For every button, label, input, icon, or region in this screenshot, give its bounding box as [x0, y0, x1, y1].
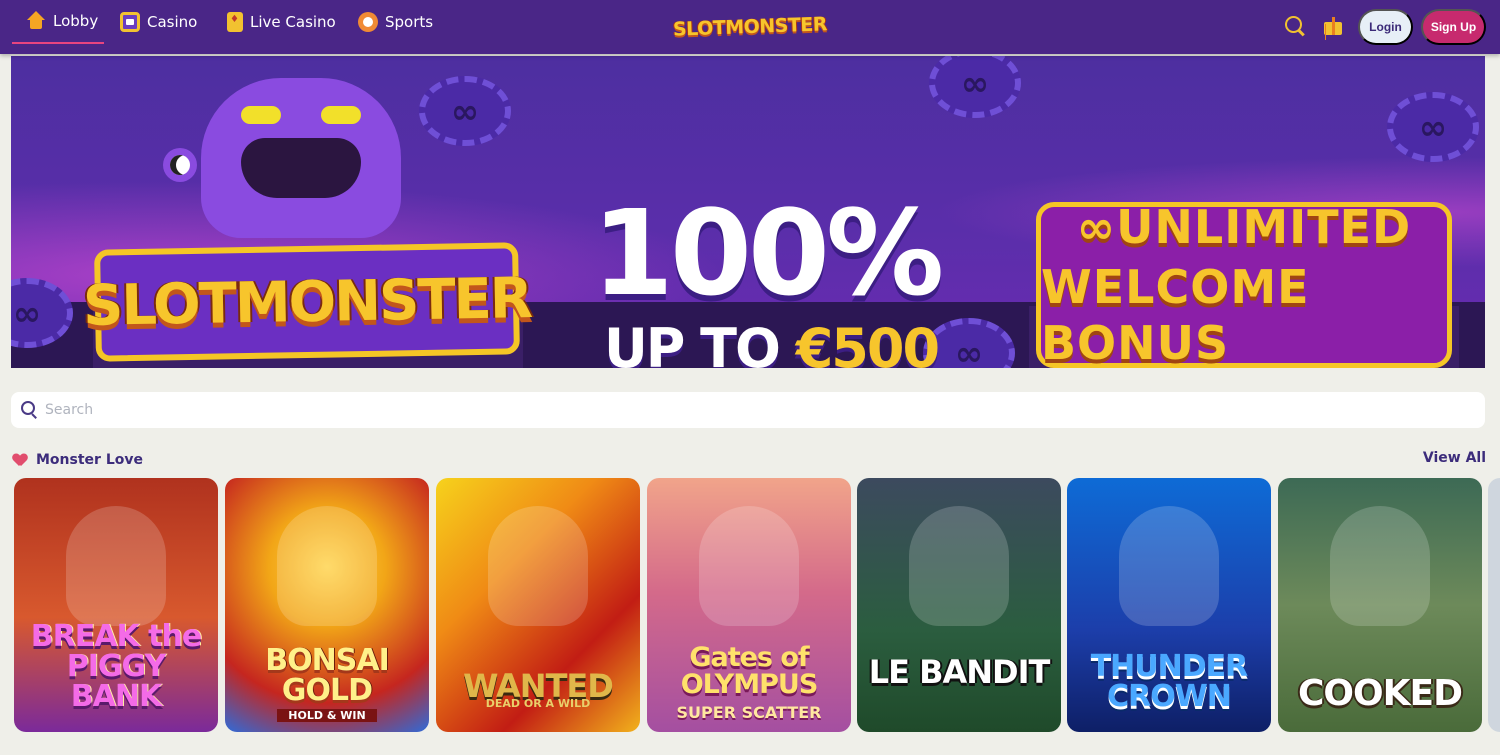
bonus-line-2: WELCOME BONUS	[1041, 260, 1310, 368]
nav-item-label: Live Casino	[250, 13, 336, 31]
game-title: BREAK the PIGGY BANK	[30, 619, 202, 714]
view-all-link[interactable]: View All	[1380, 450, 1486, 470]
game-search-bar	[11, 392, 1485, 428]
monster-eyestalk	[163, 148, 197, 182]
slot-machine-icon	[120, 12, 140, 32]
top-navigation: Lobby Casino Live Casino Sports SLOTMONS…	[0, 0, 1500, 54]
banner-upto-label: UP TO	[603, 317, 781, 369]
nav-item-label: Sports	[385, 13, 434, 31]
game-subtitle: DEAD OR A WILD	[485, 697, 591, 710]
nav-item-label: Lobby	[53, 12, 99, 30]
game-title: COOKED	[1298, 673, 1463, 714]
game-tile-partial[interactable]	[1488, 478, 1500, 732]
nav-item-live-casino[interactable]: Live Casino	[227, 0, 336, 44]
search-icon	[21, 401, 39, 419]
section-title: Monster Love	[36, 452, 143, 468]
nav-item-label: Casino	[147, 13, 198, 31]
site-logo[interactable]: SLOTMONSTER	[673, 10, 828, 44]
game-tile[interactable]: BREAK the PIGGY BANK	[14, 478, 218, 732]
welcome-bonus-box: ∞UNLIMITED WELCOME BONUS	[1036, 200, 1452, 368]
banner-upto: UP TO €500	[571, 317, 971, 369]
logo-text: SLOTMONSTER	[672, 13, 828, 41]
bonus-line-1: ∞UNLIMITED	[1076, 200, 1412, 254]
game-subtitle: HOLD & WIN	[277, 709, 377, 722]
monster-eye	[241, 106, 281, 124]
game-title: Gates of OLYMPUS	[680, 642, 819, 700]
ball-icon	[358, 12, 378, 32]
game-tile[interactable]: Gates of OLYMPUS SUPER SCATTER	[647, 478, 851, 732]
monster-mascot	[201, 78, 401, 238]
login-button[interactable]: Login	[1358, 9, 1413, 45]
game-tile[interactable]: WANTED DEAD OR A WILD	[436, 478, 640, 732]
game-subtitle: SUPER SCATTER	[676, 703, 822, 722]
nav-item-casino[interactable]: Casino	[120, 0, 197, 44]
game-search-input[interactable]	[45, 392, 1465, 428]
gift-icon[interactable]	[1322, 14, 1346, 38]
signup-button[interactable]: Sign Up	[1421, 9, 1486, 45]
game-title: LE BANDIT	[868, 653, 1051, 691]
casino-chip-icon	[419, 76, 511, 146]
game-title: BONSAI GOLD	[265, 643, 389, 708]
nav-item-lobby[interactable]: Lobby	[12, 0, 104, 44]
game-tile[interactable]: THUNDER CROWN	[1067, 478, 1271, 732]
monster-mouth	[241, 138, 361, 198]
casino-chip-icon	[1387, 92, 1479, 162]
banner-percent: 100%	[591, 184, 945, 322]
search-icon[interactable]	[1283, 14, 1307, 38]
promo-banner[interactable]: SLOTMONSTER 100% UP TO €500 ∞UNLIMITED W…	[11, 56, 1485, 368]
section-header: Monster Love	[13, 450, 143, 470]
game-thumbnail	[857, 478, 1061, 732]
game-title: THUNDER CROWN	[1090, 649, 1249, 714]
game-tile[interactable]: COOKED	[1278, 478, 1482, 732]
home-icon	[26, 11, 46, 31]
monster-eye	[321, 106, 361, 124]
game-tile[interactable]: LE BANDIT	[857, 478, 1061, 732]
banner-brand-text: SLOTMONSTER	[82, 265, 532, 339]
banner-brand-logo: SLOTMONSTER	[82, 242, 532, 362]
game-tile[interactable]: BONSAI GOLD HOLD & WIN	[225, 478, 429, 732]
banner-amount: €500	[795, 317, 940, 369]
card-icon	[227, 12, 243, 32]
heart-icon	[13, 454, 27, 466]
nav-item-sports[interactable]: Sports	[358, 0, 433, 44]
